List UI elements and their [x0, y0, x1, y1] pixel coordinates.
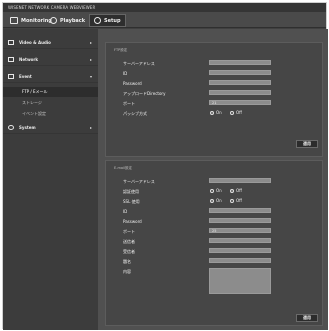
sidebar-subitem-event-setup[interactable]: イベント設定 [3, 109, 98, 119]
email-settings-panel: E-mail設定 サーバーアドレス 認証使用 On Off SSL 使用 On … [105, 160, 323, 326]
sidebar-item-label: Network [19, 57, 39, 62]
ftp-id-input[interactable] [209, 70, 271, 75]
event-icon [8, 74, 14, 79]
email-password-input[interactable] [209, 218, 271, 223]
ftp-password-label: Password [123, 81, 142, 86]
tab-playback[interactable]: Playback [46, 14, 89, 27]
email-port-input[interactable]: 25 [209, 228, 271, 233]
email-server-input[interactable] [209, 178, 271, 183]
email-sender-label: 送信者 [123, 239, 135, 244]
sidebar-item-label: System [19, 125, 36, 130]
settings-content: FTP設定 サーバーアドレス ID Password アップロードDirecto… [98, 29, 328, 330]
app-window: WISENET NETWORK CAMERA WEBVIEWER Monitor… [2, 2, 328, 330]
radio-label: Off [236, 110, 242, 115]
radio-unselected-icon [230, 198, 234, 203]
sidebar-subitem-label: ストレージ [22, 100, 42, 105]
tab-playback-label: Playback [60, 17, 86, 24]
email-sender-input[interactable] [209, 238, 271, 243]
tab-setup[interactable]: Setup [89, 14, 126, 27]
radio-label: Off [236, 198, 242, 203]
radio-label: On [216, 198, 222, 203]
sidebar-subitem-label: FTP / Eメール [22, 89, 48, 94]
email-recipient-input[interactable] [209, 248, 271, 253]
ftp-upload-dir-label: アップロードDirectory [123, 91, 166, 96]
ftp-server-label: サーバーアドレス [123, 61, 155, 66]
email-ssl-on-radio[interactable]: On [210, 198, 222, 203]
sidebar-item-video-audio[interactable]: Video & Audio ▸ [3, 37, 98, 49]
system-gear-icon [8, 125, 14, 130]
chevron-down-icon: ▾ [89, 74, 92, 79]
email-body-textarea[interactable] [209, 268, 271, 294]
radio-selected-icon [210, 110, 214, 115]
video-audio-icon [8, 40, 14, 45]
gear-icon [94, 17, 101, 24]
email-subject-label: 題名 [123, 259, 131, 264]
sidebar-subitem-label: イベント設定 [22, 111, 46, 116]
email-ssl-off-radio[interactable]: Off [230, 198, 242, 203]
email-apply-button[interactable]: 適用 [296, 314, 318, 322]
playback-icon [50, 17, 57, 24]
ftp-apply-button[interactable]: 適用 [296, 140, 318, 148]
network-icon [8, 57, 14, 62]
email-section-title: E-mail設定 [114, 166, 132, 170]
sidebar-item-event[interactable]: Event ▾ [3, 71, 98, 83]
ftp-settings-panel: FTP設定 サーバーアドレス ID Password アップロードDirecto… [105, 42, 323, 157]
email-ssl-label: SSL 使用 [123, 199, 140, 204]
radio-label: On [216, 110, 222, 115]
sidebar-item-label: Event [19, 74, 32, 79]
radio-selected-icon [210, 198, 214, 203]
monitor-icon [10, 17, 18, 24]
ftp-passive-label: パッシブ方式 [123, 111, 147, 116]
chevron-right-icon: ▸ [89, 40, 92, 45]
ftp-port-label: ポート [123, 101, 135, 106]
ftp-upload-dir-input[interactable] [209, 90, 271, 95]
sidebar-item-system[interactable]: System ▸ [3, 122, 98, 134]
chevron-right-icon: ▸ [89, 125, 92, 130]
title-bar: WISENET NETWORK CAMERA WEBVIEWER [3, 3, 326, 12]
email-id-input[interactable] [209, 208, 271, 213]
radio-selected-icon [230, 188, 234, 193]
email-password-label: Password [123, 219, 142, 224]
email-auth-on-radio[interactable]: On [210, 188, 222, 193]
radio-unselected-icon [230, 110, 234, 115]
email-auth-off-radio[interactable]: Off [230, 188, 242, 193]
sidebar-item-label: Video & Audio [19, 40, 51, 45]
radio-label: On [216, 188, 222, 193]
email-id-label: ID [123, 209, 128, 214]
sidebar: Video & Audio ▸ Network ▸ Event ▾ FTP / … [3, 29, 98, 330]
ftp-section-title: FTP設定 [114, 48, 128, 52]
sidebar-item-network[interactable]: Network ▸ [3, 54, 98, 66]
chevron-right-icon: ▸ [89, 57, 92, 62]
radio-unselected-icon [210, 188, 214, 193]
ftp-password-input[interactable] [209, 80, 271, 85]
sidebar-subitem-ftp-email[interactable]: FTP / Eメール [3, 87, 98, 97]
email-server-label: サーバーアドレス [123, 179, 155, 184]
ftp-passive-on-radio[interactable]: On [210, 110, 222, 115]
email-subject-input[interactable] [209, 258, 271, 263]
ftp-port-input[interactable]: 21 [209, 100, 271, 105]
email-recipient-label: 受信者 [123, 249, 135, 254]
ftp-passive-off-radio[interactable]: Off [230, 110, 242, 115]
email-port-label: ポート [123, 229, 135, 234]
ftp-id-label: ID [123, 71, 128, 76]
main-tab-bar: Monitoring Playback Setup [3, 12, 326, 28]
tab-setup-label: Setup [104, 17, 121, 24]
window-title: WISENET NETWORK CAMERA WEBVIEWER [8, 5, 96, 10]
email-auth-label: 認証使用 [123, 189, 139, 194]
ftp-server-input[interactable] [209, 60, 271, 65]
radio-label: Off [236, 188, 242, 193]
email-body-label: 内容 [123, 269, 131, 274]
sidebar-subitem-storage[interactable]: ストレージ [3, 98, 98, 108]
